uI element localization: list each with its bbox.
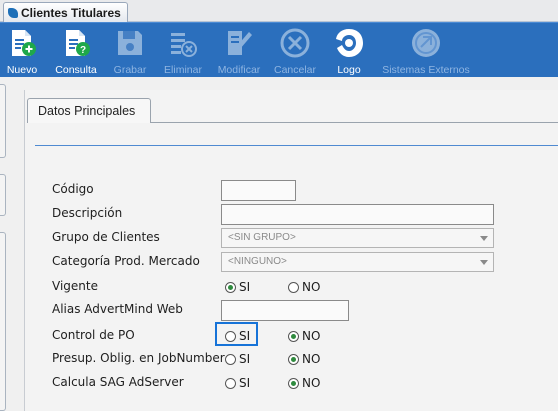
grupo-clientes-value: <SIN GRUPO> bbox=[228, 232, 296, 243]
edit-pencil-icon bbox=[222, 26, 256, 60]
descripcion-label: Descripción bbox=[52, 206, 123, 220]
descripcion-input[interactable] bbox=[221, 204, 494, 225]
vigente-si-label: SI bbox=[239, 280, 251, 294]
window-tab-clientes-titulares[interactable]: Clientes Titulares bbox=[3, 2, 128, 22]
left-panel-collapsed-bottom[interactable] bbox=[0, 232, 6, 411]
cancelar-button[interactable]: Cancelar bbox=[271, 23, 319, 78]
eliminar-label: Eliminar bbox=[164, 64, 202, 76]
grabar-button[interactable]: Grabar bbox=[111, 23, 149, 78]
logo-label: Logo bbox=[337, 64, 361, 76]
save-disk-icon bbox=[113, 26, 147, 60]
svg-text:?: ? bbox=[80, 45, 86, 56]
delete-list-icon bbox=[166, 26, 200, 60]
nuevo-label: Nuevo bbox=[6, 64, 38, 76]
logo-button[interactable]: Logo bbox=[332, 23, 366, 78]
new-document-icon bbox=[5, 26, 39, 60]
radio-unchecked-icon bbox=[225, 353, 236, 365]
presup-si-label: SI bbox=[239, 352, 251, 366]
left-panel-collapsed-top[interactable] bbox=[0, 84, 6, 158]
sistemas-externos-button[interactable]: Sistemas Externos bbox=[380, 23, 472, 78]
codigo-label: Código bbox=[52, 182, 94, 196]
window-tabstrip: Clientes Titulares bbox=[0, 0, 558, 22]
control-po-no-label: NO bbox=[302, 329, 321, 343]
window-tab-label: Clientes Titulares bbox=[21, 5, 121, 20]
grabar-label: Grabar bbox=[113, 64, 147, 76]
chevron-down-icon bbox=[480, 236, 488, 241]
radio-unchecked-icon bbox=[225, 330, 236, 342]
consulta-button[interactable]: ? Consulta bbox=[52, 23, 100, 78]
presup-no-radio[interactable]: NO bbox=[288, 352, 320, 366]
radio-checked-icon bbox=[288, 377, 299, 389]
presup-no-label: NO bbox=[302, 352, 321, 366]
grupo-clientes-label: Grupo de Clientes bbox=[52, 230, 160, 244]
radio-checked-icon bbox=[288, 330, 299, 342]
sag-si-radio[interactable]: SI bbox=[225, 376, 250, 390]
presup-si-radio[interactable]: SI bbox=[225, 352, 250, 366]
left-panel-collapsed-middle[interactable] bbox=[0, 174, 6, 216]
cancelar-label: Cancelar bbox=[273, 64, 317, 76]
vigente-label: Vigente bbox=[52, 279, 98, 293]
control-po-si-radio[interactable]: SI bbox=[225, 329, 250, 343]
sag-no-radio[interactable]: NO bbox=[288, 376, 320, 390]
grupo-clientes-select[interactable]: <SIN GRUPO> bbox=[221, 228, 494, 248]
sag-no-label: NO bbox=[302, 376, 321, 390]
radio-checked-icon bbox=[225, 281, 236, 293]
radio-unchecked-icon bbox=[288, 281, 299, 293]
alias-label: Alias AdvertMind Web bbox=[52, 302, 183, 316]
control-po-si-label: SI bbox=[239, 329, 251, 343]
sag-label: Calcula SAG AdServer bbox=[52, 375, 184, 389]
tab-baseline bbox=[151, 122, 558, 123]
nuevo-button[interactable]: Nuevo bbox=[2, 23, 42, 78]
eliminar-button[interactable]: Eliminar bbox=[160, 23, 206, 78]
vigente-no-radio[interactable]: NO bbox=[288, 280, 320, 294]
radio-checked-icon bbox=[288, 353, 299, 365]
control-po-label: Control de PO bbox=[52, 328, 135, 342]
cancel-x-icon bbox=[278, 26, 312, 60]
alias-input[interactable] bbox=[221, 300, 349, 321]
presup-label: Presup. Oblig. en JobNumber bbox=[52, 351, 225, 365]
query-document-icon: ? bbox=[59, 26, 93, 60]
categoria-label: Categoría Prod. Mercado bbox=[52, 254, 200, 268]
control-po-no-radio[interactable]: NO bbox=[288, 329, 320, 343]
modificar-label: Modificar bbox=[217, 64, 261, 76]
categoria-select[interactable]: <NINGUNO> bbox=[221, 252, 494, 272]
sag-si-label: SI bbox=[239, 376, 251, 390]
chevron-down-icon bbox=[480, 260, 488, 265]
radio-unchecked-icon bbox=[225, 377, 236, 389]
app-icon bbox=[8, 7, 18, 18]
section-divider bbox=[35, 145, 558, 146]
main-toolbar: Nuevo ? Consulta Grabar Eliminar Modific… bbox=[0, 22, 558, 77]
external-systems-icon bbox=[409, 26, 443, 60]
modificar-button[interactable]: Modificar bbox=[212, 23, 266, 78]
logo-icon bbox=[332, 26, 366, 60]
sistemas-externos-label: Sistemas Externos bbox=[382, 64, 470, 76]
categoria-value: <NINGUNO> bbox=[228, 256, 287, 267]
vigente-si-radio[interactable]: SI bbox=[225, 280, 250, 294]
tab-datos-principales[interactable]: Datos Principales bbox=[27, 98, 151, 123]
main-content: Datos Principales Código Descripción Gru… bbox=[24, 90, 558, 411]
codigo-input[interactable] bbox=[221, 180, 296, 201]
consulta-label: Consulta bbox=[55, 64, 97, 76]
vigente-no-label: NO bbox=[302, 280, 321, 294]
